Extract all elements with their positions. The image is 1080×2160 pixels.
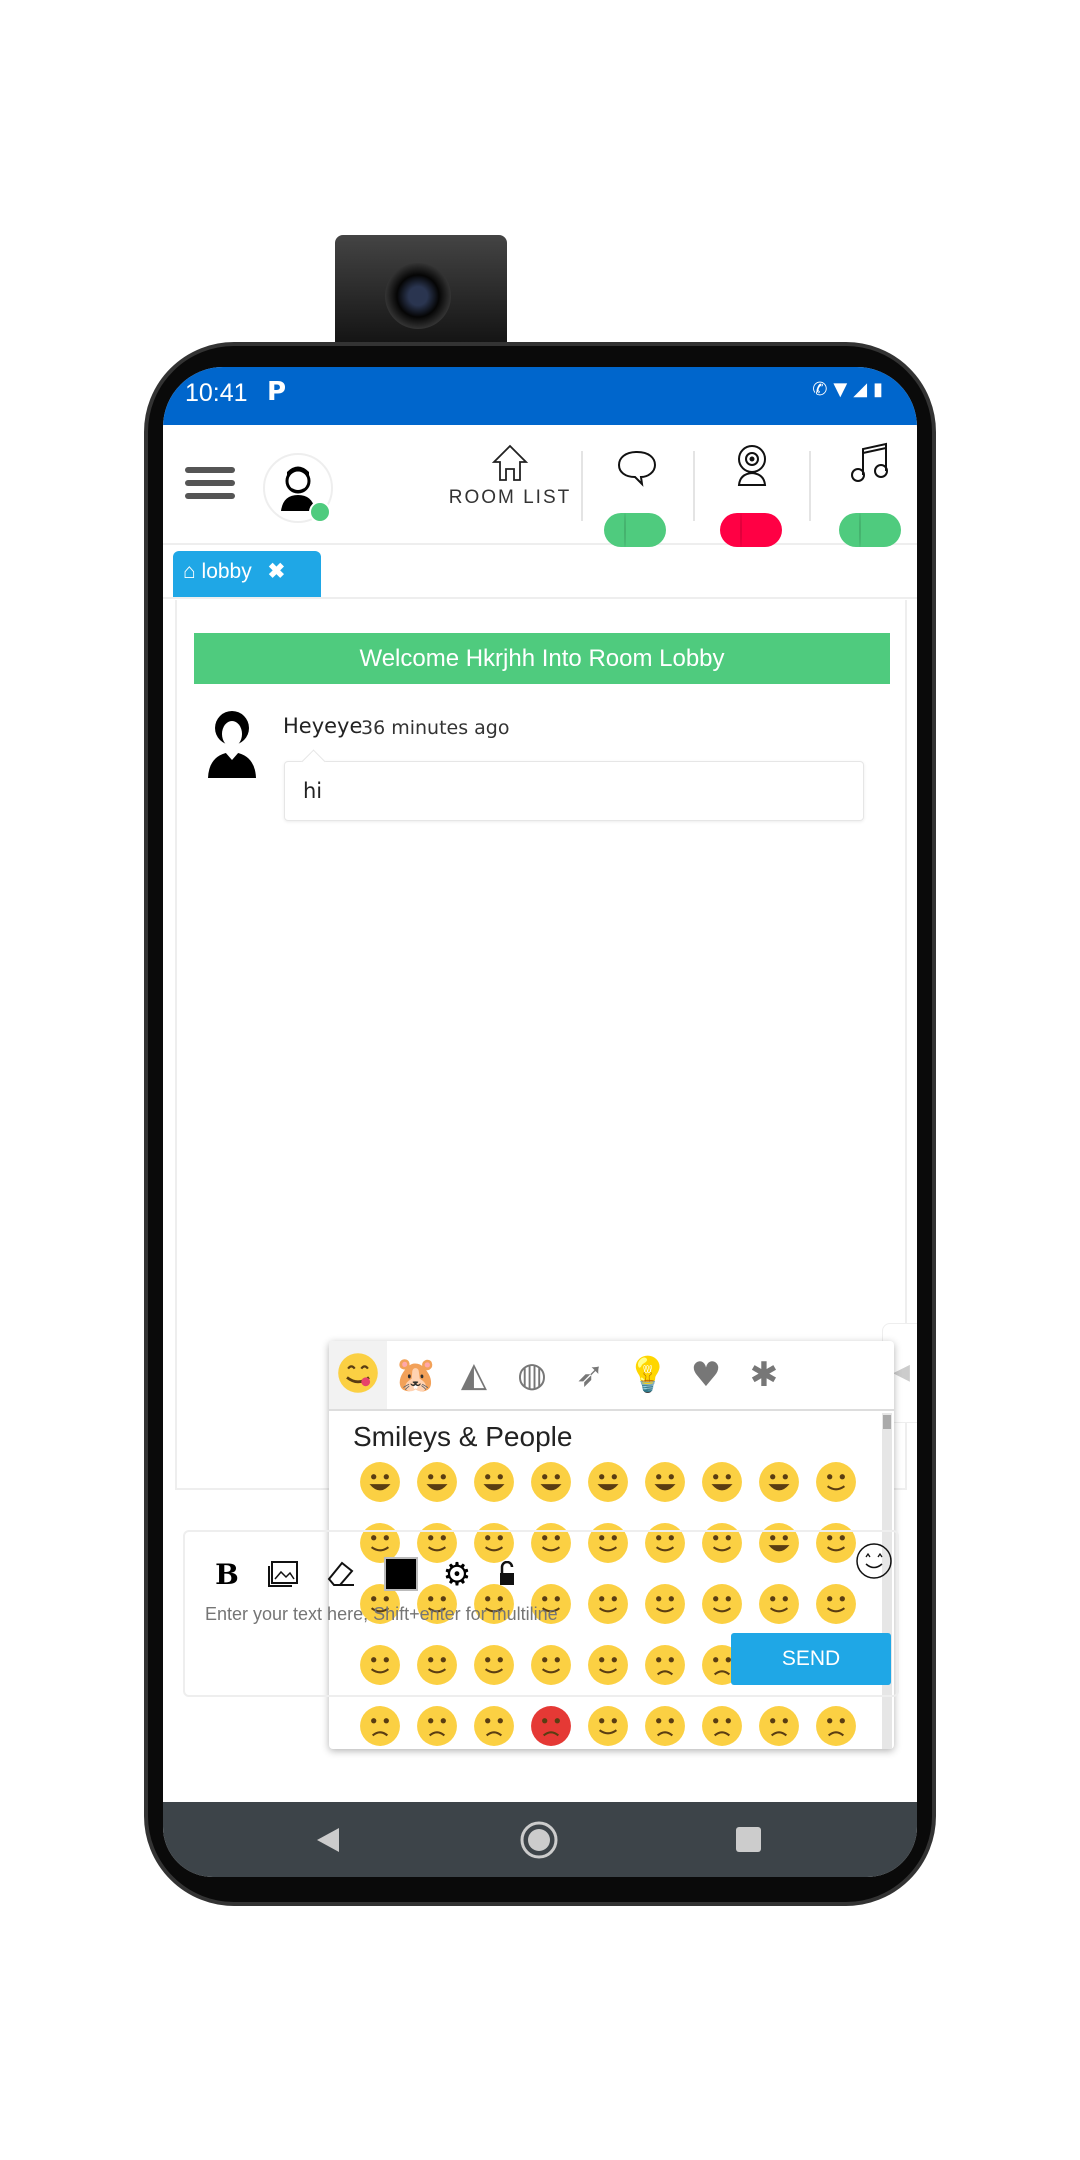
room-list-label: ROOM LIST — [448, 487, 572, 508]
emoji-worried[interactable] — [416, 1705, 473, 1749]
webcam-toggle[interactable] — [720, 513, 782, 547]
welcome-banner: Welcome Hkrjhh Into Room Lobby — [194, 633, 890, 684]
flags-icon: ✱ — [749, 1355, 779, 1395]
online-status-dot — [309, 501, 331, 523]
symbols-icon: ♥ — [690, 1355, 722, 1395]
eraser-icon — [327, 1561, 354, 1586]
emoji-category-title: Smileys & People — [353, 1421, 573, 1452]
emoji-smile[interactable] — [644, 1461, 701, 1507]
music-note-icon — [851, 442, 888, 482]
message-avatar[interactable] — [205, 706, 259, 778]
signal-icon: ◢ — [853, 379, 874, 400]
emoji-disappointed[interactable] — [359, 1705, 416, 1749]
message-input[interactable] — [205, 1604, 805, 1625]
emoji-grinning[interactable] — [359, 1461, 416, 1507]
activity-icon: ◍ — [517, 1355, 547, 1395]
message-text: hi — [303, 779, 323, 803]
divider — [809, 451, 811, 521]
emoji-tab-activity[interactable]: ◍ — [503, 1341, 561, 1409]
recents-icon[interactable] — [736, 1827, 761, 1852]
wifi-icon: ▼ — [833, 379, 854, 400]
emoji-grimacing[interactable] — [416, 1461, 473, 1507]
emoji-tab-objects[interactable]: 💡 — [619, 1341, 677, 1409]
emoji-tab-travel[interactable]: ➶ — [561, 1341, 619, 1409]
divider — [581, 451, 583, 521]
popup-camera — [335, 235, 507, 350]
message-composer: B ⚙ SEND — [183, 1530, 899, 1697]
travel-icon: ➶ — [575, 1355, 605, 1395]
smileys-icon — [336, 1351, 380, 1399]
camera-lens — [385, 263, 451, 329]
emoji-confused[interactable] — [644, 1705, 701, 1749]
chat-panel: Welcome Hkrjhh Into Room Lobby Heyeye 36… — [175, 600, 917, 1749]
menu-button[interactable] — [183, 465, 239, 505]
emoji-tab-smileys[interactable] — [329, 1341, 387, 1409]
emoji-innocent[interactable] — [815, 1461, 872, 1507]
animals-icon: 🐹 — [394, 1355, 438, 1395]
message-username[interactable]: Heyeye — [283, 714, 362, 738]
hamburger-icon — [185, 467, 235, 473]
divider — [693, 451, 695, 521]
room-list-button[interactable]: ROOM LIST — [445, 443, 575, 509]
battery-charging-icon: ▮ — [873, 379, 889, 400]
emoji-persevere[interactable] — [815, 1705, 872, 1749]
music-toggle[interactable] — [839, 513, 901, 547]
emoji-slight-frown[interactable] — [701, 1705, 758, 1749]
message-bubble: hi — [284, 761, 864, 821]
chat-bubble-icon — [617, 450, 657, 487]
chat-toggle[interactable] — [604, 513, 666, 547]
image-icon — [268, 1561, 298, 1587]
emoji-tab-animals[interactable]: 🐹 — [387, 1341, 445, 1409]
status-bar: 10:41 P ✆▼◢▮ — [163, 367, 917, 425]
house-icon: ⌂ — [183, 560, 196, 583]
clear-format-button[interactable] — [319, 1554, 359, 1594]
objects-icon: 💡 — [626, 1355, 670, 1395]
emoji-category-tabs: 🐹 ◭ ◍ ➶ 💡 ♥ ✱ — [329, 1341, 894, 1411]
emoji-laughing[interactable] — [758, 1461, 815, 1507]
gear-icon: ⚙ — [442, 1555, 472, 1593]
emoji-toggle-button[interactable] — [855, 1542, 893, 1584]
house-icon — [491, 444, 529, 481]
message-timestamp: 36 minutes ago — [361, 717, 510, 739]
settings-button[interactable]: ⚙ — [437, 1554, 477, 1594]
home-icon[interactable] — [519, 1820, 559, 1860]
emoji-grin[interactable] — [473, 1461, 530, 1507]
emoji-smiley[interactable] — [587, 1461, 644, 1507]
smiley-icon — [856, 1543, 892, 1579]
emoji-tab-flags[interactable]: ✱ — [735, 1341, 793, 1409]
screen: 10:41 P ✆▼◢▮ ROOM LIST ⌂ lobby ✖ Welcome… — [163, 367, 917, 1877]
emoji-sweat-smile[interactable] — [701, 1461, 758, 1507]
unlock-icon — [500, 1561, 514, 1585]
bold-button[interactable]: B — [207, 1554, 247, 1594]
chevron-left-icon: ◀ — [893, 1360, 910, 1385]
room-tab-bar: ⌂ lobby ✖ — [163, 549, 917, 599]
app-header: ROOM LIST — [163, 425, 917, 547]
status-icons: ✆▼◢▮ — [812, 379, 889, 400]
tab-lobby[interactable]: ⌂ lobby ✖ — [173, 551, 321, 597]
lock-button[interactable] — [487, 1554, 527, 1594]
navigation-bar — [163, 1802, 917, 1877]
status-time: 10:41 — [185, 379, 248, 407]
send-button[interactable]: SEND — [731, 1633, 891, 1685]
emoji-angry[interactable] — [473, 1705, 530, 1749]
call-lte-icon: ✆ — [812, 379, 834, 400]
emoji-frowning[interactable] — [758, 1705, 815, 1749]
close-icon[interactable]: ✖ — [268, 560, 286, 583]
image-upload-button[interactable] — [263, 1554, 303, 1594]
emoji-tab-symbols[interactable]: ♥ — [677, 1341, 735, 1409]
tab-label: lobby — [201, 560, 252, 583]
hamburger-line — [185, 493, 235, 499]
back-icon[interactable] — [315, 1826, 341, 1854]
webcam-icon — [737, 445, 767, 486]
emoji-pensive[interactable] — [587, 1705, 644, 1749]
emoji-joy[interactable] — [530, 1461, 587, 1507]
notification-app-icon: P — [267, 377, 287, 407]
text-color-button[interactable] — [381, 1554, 421, 1594]
food-icon: ◭ — [460, 1355, 488, 1395]
color-swatch — [384, 1557, 418, 1591]
emoji-tab-food[interactable]: ◭ — [445, 1341, 503, 1409]
hamburger-line — [185, 480, 235, 486]
emoji-rage[interactable] — [530, 1705, 587, 1749]
